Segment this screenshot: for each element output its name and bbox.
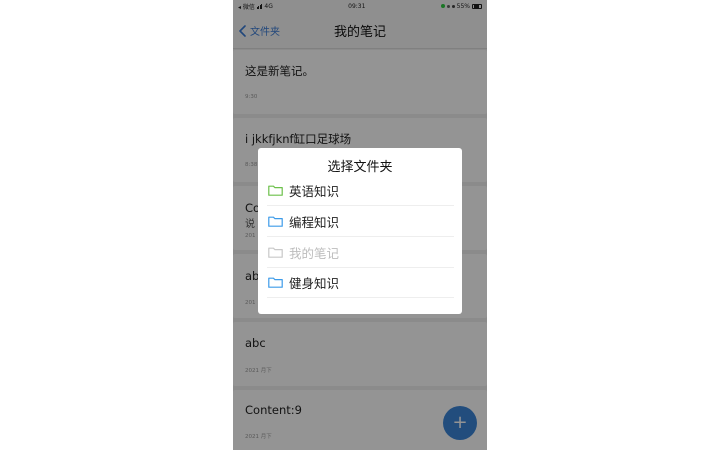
- folder-option-label: 健身知识: [289, 276, 340, 291]
- folder-option-label: 英语知识: [289, 184, 340, 199]
- dialog-title: 选择文件夹: [327, 160, 393, 175]
- folder-icon: [268, 185, 283, 196]
- folder-option-label: 编程知识: [289, 215, 340, 230]
- folder-option-fitness[interactable]: 健身知识: [267, 268, 454, 298]
- folder-option-programming[interactable]: 编程知识: [267, 207, 454, 237]
- select-folder-dialog: 选择文件夹 英语知识 编程知识 我的笔记 健身知识: [258, 148, 462, 314]
- folder-icon: [268, 216, 283, 227]
- folder-icon: [268, 277, 283, 288]
- folder-option-label: 我的笔记: [289, 246, 340, 261]
- folder-icon: [268, 247, 283, 258]
- folder-option-english[interactable]: 英语知识: [267, 176, 454, 206]
- folder-option-my-notes: 我的笔记: [267, 238, 454, 268]
